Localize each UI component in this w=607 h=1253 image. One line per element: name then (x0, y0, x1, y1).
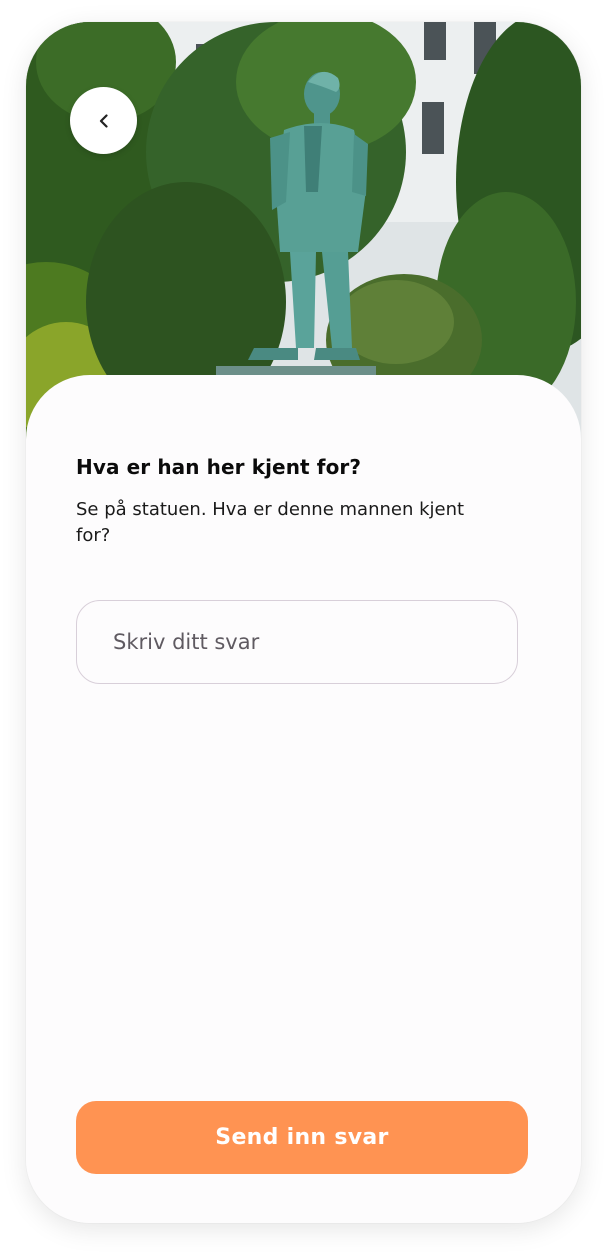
phone-screen: Hva er han her kjent for? Se på statuen.… (26, 22, 581, 1223)
answer-field[interactable] (76, 600, 518, 684)
chevron-left-icon (99, 113, 108, 128)
question-sheet: Hva er han her kjent for? Se på statuen.… (26, 375, 581, 1223)
back-button[interactable] (70, 87, 137, 154)
submit-answer-button[interactable]: Send inn svar (76, 1101, 528, 1174)
answer-input[interactable] (113, 601, 493, 683)
question-text: Se på statuen. Hva er denne mannen kjent… (76, 499, 465, 546)
question-title: Hva er han her kjent for? (76, 455, 362, 479)
